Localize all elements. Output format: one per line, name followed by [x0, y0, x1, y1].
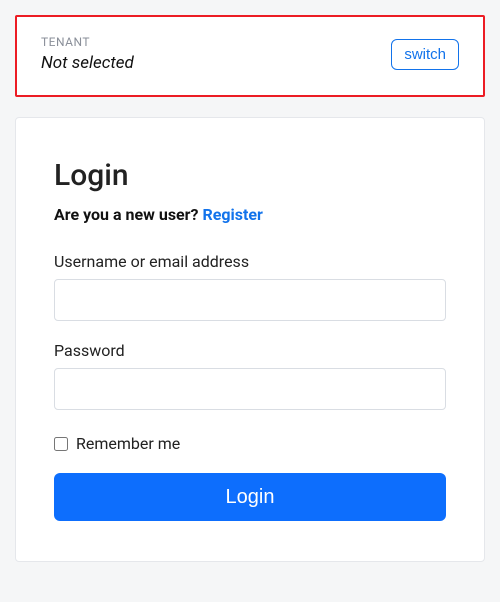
- remember-me-checkbox[interactable]: [54, 437, 68, 451]
- tenant-card: TENANT Not selected switch: [15, 15, 485, 97]
- new-user-row: Are you a new user? Register: [54, 205, 446, 224]
- login-card: Login Are you a new user? Register Usern…: [15, 117, 485, 562]
- password-input[interactable]: [54, 368, 446, 410]
- tenant-label: TENANT: [41, 35, 134, 49]
- username-input[interactable]: [54, 279, 446, 321]
- password-label: Password: [54, 341, 446, 360]
- remember-me-label: Remember me: [76, 434, 180, 453]
- tenant-value: Not selected: [41, 53, 134, 73]
- login-button[interactable]: Login: [54, 473, 446, 521]
- remember-row: Remember me: [54, 434, 446, 453]
- switch-tenant-button[interactable]: switch: [391, 39, 459, 70]
- register-link[interactable]: Register: [202, 205, 262, 224]
- login-title: Login: [54, 158, 446, 193]
- new-user-text: Are you a new user?: [54, 205, 202, 224]
- tenant-info: TENANT Not selected: [41, 35, 134, 73]
- username-label: Username or email address: [54, 252, 446, 271]
